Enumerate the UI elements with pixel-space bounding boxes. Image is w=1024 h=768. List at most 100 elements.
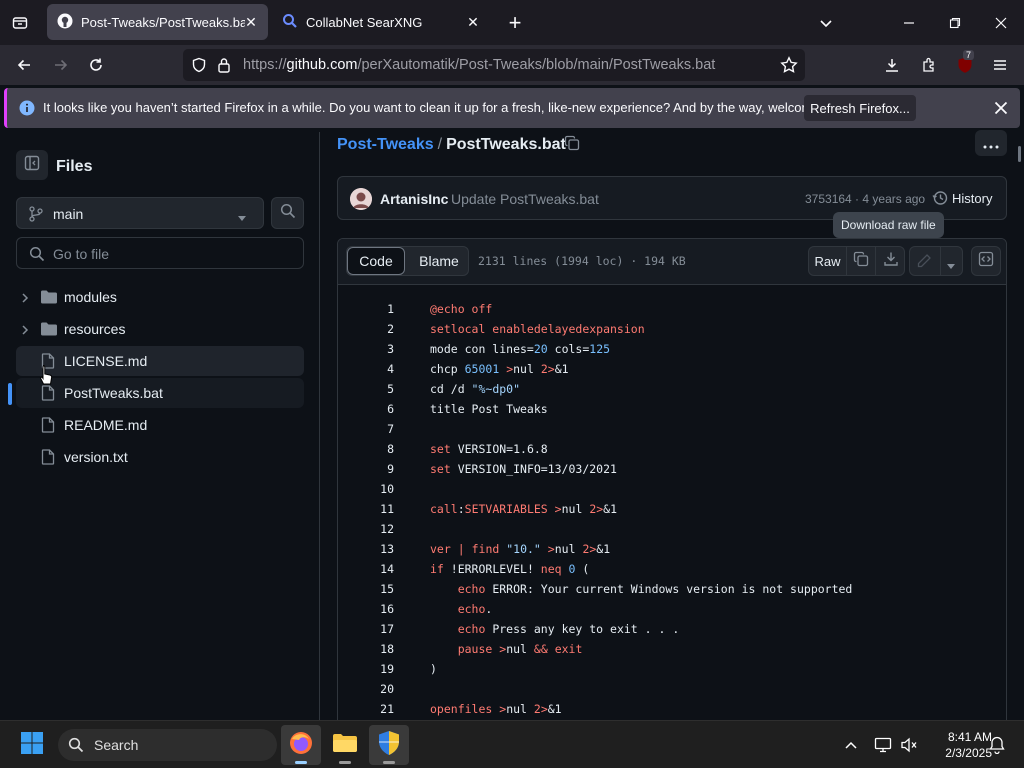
line-number[interactable]: 11 xyxy=(338,502,394,516)
line-number[interactable]: 2 xyxy=(338,322,394,336)
download-raw-button[interactable] xyxy=(876,247,905,275)
line-number[interactable]: 9 xyxy=(338,462,394,476)
taskbar-clock[interactable]: 8:41 AM 2/3/2025 xyxy=(922,729,992,761)
tree-item-modules[interactable]: modules xyxy=(16,282,304,312)
ublock-icon[interactable]: 7 xyxy=(953,50,977,77)
raw-actions-group: Raw xyxy=(808,246,905,276)
shield-icon[interactable] xyxy=(191,57,207,78)
line-number[interactable]: 20 xyxy=(338,682,394,696)
line-number[interactable]: 7 xyxy=(338,422,394,436)
folder-icon xyxy=(40,289,58,310)
hamburger-menu-icon[interactable] xyxy=(988,53,1012,77)
close-window-icon[interactable] xyxy=(989,11,1013,35)
lock-icon[interactable] xyxy=(217,57,231,78)
tree-item-posttweaks[interactable]: PostTweaks.bat xyxy=(16,378,304,408)
close-notification-icon[interactable] xyxy=(993,100,1009,121)
search-files-button[interactable] xyxy=(271,197,304,229)
tree-item-readme[interactable]: README.md xyxy=(16,410,304,440)
forward-icon[interactable] xyxy=(49,53,73,77)
downloads-icon[interactable] xyxy=(880,53,904,77)
file-info: 2131 lines (1994 loc) · 194 KB xyxy=(478,254,686,268)
copy-raw-button[interactable] xyxy=(847,247,876,275)
start-button[interactable] xyxy=(12,725,52,765)
line-number[interactable]: 18 xyxy=(338,642,394,656)
list-all-tabs-icon[interactable] xyxy=(8,11,32,35)
new-tab-icon[interactable]: + xyxy=(503,10,527,35)
tab-code[interactable]: Code xyxy=(347,247,405,275)
code-line: 11 call:SETVARIABLES >nul 2>&1 xyxy=(338,499,1006,519)
tree-item-resources[interactable]: resources xyxy=(16,314,304,344)
scrollbar-thumb[interactable] xyxy=(1018,146,1021,162)
back-icon[interactable] xyxy=(12,53,36,77)
code-line: 14 if !ERRORLEVEL! neq 0 ( xyxy=(338,559,1006,579)
refresh-firefox-button[interactable]: Refresh Firefox... xyxy=(804,95,916,121)
tree-item-version[interactable]: version.txt xyxy=(16,442,304,472)
volume-muted-icon[interactable] xyxy=(899,736,919,754)
download-icon xyxy=(883,251,899,272)
close-tab-icon[interactable]: ✕ xyxy=(464,13,482,31)
line-number[interactable]: 19 xyxy=(338,662,394,676)
tab-github[interactable]: Post-Tweaks/PostTweaks.bat at ✕ xyxy=(47,4,268,40)
line-number[interactable]: 21 xyxy=(338,702,394,716)
commit-author[interactable]: ArtanisInc xyxy=(380,191,448,207)
line-number[interactable]: 16 xyxy=(338,602,394,616)
windows-taskbar: Search 8:41 AM 2/3/2025 xyxy=(0,720,1024,768)
code-line: 13 ver | find "10." >nul 2>&1 xyxy=(338,539,1006,559)
line-number[interactable]: 10 xyxy=(338,482,394,496)
breadcrumb-repo-link[interactable]: Post-Tweaks xyxy=(337,136,434,153)
taskbar-firefox[interactable] xyxy=(281,725,321,765)
chevron-right-icon[interactable] xyxy=(20,291,30,309)
mouse-cursor-icon xyxy=(39,364,53,393)
more-options-button[interactable] xyxy=(975,130,1007,156)
tab-blame[interactable]: Blame xyxy=(409,247,468,275)
url-text[interactable]: https://github.com/perXautomatik/Post-Tw… xyxy=(243,57,715,73)
symbols-panel-button[interactable] xyxy=(971,246,1001,276)
code-line: 9 set VERSION_INFO=13/03/2021 xyxy=(338,459,1006,479)
line-number[interactable]: 8 xyxy=(338,442,394,456)
line-number[interactable]: 12 xyxy=(338,522,394,536)
taskbar-file-explorer[interactable] xyxy=(325,725,365,765)
line-code: title Post Tweaks xyxy=(430,402,548,416)
chevron-down-icon[interactable] xyxy=(814,11,838,35)
taskbar-search[interactable]: Search xyxy=(58,729,277,761)
line-number[interactable]: 6 xyxy=(338,402,394,416)
caret-down-icon[interactable] xyxy=(946,258,956,276)
line-number[interactable]: 1 xyxy=(338,302,394,316)
line-number[interactable]: 13 xyxy=(338,542,394,556)
tree-item-license[interactable]: LICENSE.md xyxy=(16,346,304,376)
code-line: 8 set VERSION=1.6.8 xyxy=(338,439,1006,459)
network-icon[interactable] xyxy=(873,736,893,754)
pencil-icon[interactable] xyxy=(916,253,932,274)
url-bar[interactable]: https://github.com/perXautomatik/Post-Tw… xyxy=(183,49,805,81)
line-number[interactable]: 14 xyxy=(338,562,394,576)
reload-icon[interactable] xyxy=(84,53,108,77)
running-app-indicator xyxy=(383,761,395,764)
taskbar-security-app[interactable] xyxy=(369,725,409,765)
copy-path-icon[interactable] xyxy=(564,135,580,156)
bookmark-star-icon[interactable] xyxy=(780,56,798,79)
minimize-icon[interactable] xyxy=(897,11,921,35)
code-line: 3 mode con lines=20 cols=125 xyxy=(338,339,1006,359)
tab-searxng[interactable]: CollabNet SearXNG ✕ xyxy=(272,4,490,40)
collapse-sidebar-button[interactable] xyxy=(16,150,48,180)
chevron-right-icon[interactable] xyxy=(20,323,30,341)
extensions-icon[interactable] xyxy=(917,53,941,77)
line-code: set VERSION_INFO=13/03/2021 xyxy=(430,462,617,476)
line-number[interactable]: 4 xyxy=(338,362,394,376)
commit-meta[interactable]: 3753164 · 4 years ago xyxy=(805,192,925,206)
line-number[interactable]: 17 xyxy=(338,622,394,636)
chevron-up-icon[interactable] xyxy=(842,737,860,753)
avatar[interactable] xyxy=(350,188,372,210)
raw-button[interactable]: Raw xyxy=(809,247,847,275)
notification-bell-icon[interactable] xyxy=(987,735,1007,755)
commit-message[interactable]: Update PostTweaks.bat xyxy=(451,191,599,207)
code-line: 20 xyxy=(338,679,1006,699)
branch-selector-button[interactable]: main xyxy=(16,197,264,229)
restore-icon[interactable] xyxy=(943,11,967,35)
go-to-file-input[interactable]: Go to file xyxy=(16,237,304,269)
history-button[interactable]: History xyxy=(952,191,992,206)
line-number[interactable]: 3 xyxy=(338,342,394,356)
line-number[interactable]: 15 xyxy=(338,582,394,596)
close-tab-icon[interactable]: ✕ xyxy=(242,13,260,31)
line-number[interactable]: 5 xyxy=(338,382,394,396)
